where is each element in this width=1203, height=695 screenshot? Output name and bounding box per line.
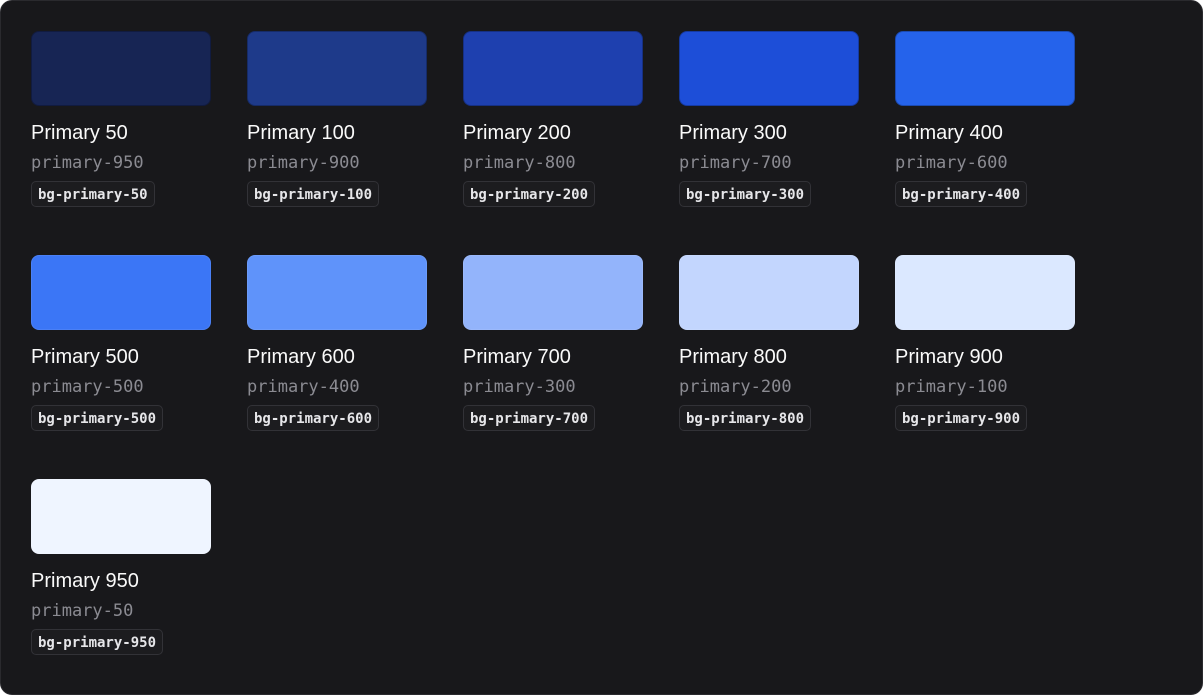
class-name-chip[interactable]: bg-primary-600 xyxy=(247,405,380,431)
swatch-card-primary-300: Primary 300 primary-700 bg-primary-300 xyxy=(679,31,859,255)
swatch-name: Primary 600 xyxy=(247,346,355,368)
swatch-name: Primary 400 xyxy=(895,122,1003,144)
swatch-card-primary-800: Primary 800 primary-200 bg-primary-800 xyxy=(679,255,859,479)
class-name-chip[interactable]: bg-primary-950 xyxy=(31,629,164,655)
swatch-name: Primary 900 xyxy=(895,346,1003,368)
swatch-card-primary-100: Primary 100 primary-900 bg-primary-100 xyxy=(247,31,427,255)
swatch-card-primary-900: Primary 900 primary-100 bg-primary-900 xyxy=(895,255,1075,479)
class-name-chip[interactable]: bg-primary-200 xyxy=(463,181,596,207)
swatch-name: Primary 300 xyxy=(679,122,787,144)
swatch-token: primary-950 xyxy=(31,153,144,173)
color-swatch[interactable] xyxy=(463,31,643,106)
swatch-name: Primary 50 xyxy=(31,122,128,144)
color-swatch[interactable] xyxy=(31,255,211,330)
color-swatch[interactable] xyxy=(247,31,427,106)
color-palette-panel: Primary 50 primary-950 bg-primary-50 Pri… xyxy=(0,0,1203,695)
swatch-name: Primary 200 xyxy=(463,122,571,144)
swatch-token: primary-100 xyxy=(895,377,1008,397)
swatch-token: primary-300 xyxy=(463,377,576,397)
swatch-token: primary-700 xyxy=(679,153,792,173)
swatch-grid: Primary 50 primary-950 bg-primary-50 Pri… xyxy=(31,31,1075,694)
color-swatch[interactable] xyxy=(31,31,211,106)
swatch-name: Primary 800 xyxy=(679,346,787,368)
class-name-chip[interactable]: bg-primary-400 xyxy=(895,181,1028,207)
swatch-token: primary-400 xyxy=(247,377,360,397)
swatch-card-primary-400: Primary 400 primary-600 bg-primary-400 xyxy=(895,31,1075,255)
swatch-name: Primary 100 xyxy=(247,122,355,144)
swatch-token: primary-50 xyxy=(31,601,134,621)
color-swatch[interactable] xyxy=(895,255,1075,330)
color-swatch[interactable] xyxy=(463,255,643,330)
color-swatch[interactable] xyxy=(247,255,427,330)
swatch-token: primary-800 xyxy=(463,153,576,173)
swatch-name: Primary 500 xyxy=(31,346,139,368)
class-name-chip[interactable]: bg-primary-300 xyxy=(679,181,812,207)
swatch-name: Primary 950 xyxy=(31,570,139,592)
swatch-card-primary-700: Primary 700 primary-300 bg-primary-700 xyxy=(463,255,643,479)
class-name-chip[interactable]: bg-primary-700 xyxy=(463,405,596,431)
class-name-chip[interactable]: bg-primary-800 xyxy=(679,405,812,431)
swatch-card-primary-600: Primary 600 primary-400 bg-primary-600 xyxy=(247,255,427,479)
class-name-chip[interactable]: bg-primary-100 xyxy=(247,181,380,207)
color-swatch[interactable] xyxy=(679,31,859,106)
swatch-token: primary-500 xyxy=(31,377,144,397)
swatch-card-primary-950: Primary 950 primary-50 bg-primary-950 xyxy=(31,479,211,694)
class-name-chip[interactable]: bg-primary-50 xyxy=(31,181,155,207)
swatch-token: primary-200 xyxy=(679,377,792,397)
color-swatch[interactable] xyxy=(31,479,211,554)
swatch-token: primary-600 xyxy=(895,153,1008,173)
class-name-chip[interactable]: bg-primary-500 xyxy=(31,405,164,431)
class-name-chip[interactable]: bg-primary-900 xyxy=(895,405,1028,431)
color-swatch[interactable] xyxy=(679,255,859,330)
swatch-card-primary-200: Primary 200 primary-800 bg-primary-200 xyxy=(463,31,643,255)
swatch-card-primary-500: Primary 500 primary-500 bg-primary-500 xyxy=(31,255,211,479)
swatch-token: primary-900 xyxy=(247,153,360,173)
swatch-card-primary-50: Primary 50 primary-950 bg-primary-50 xyxy=(31,31,211,255)
swatch-name: Primary 700 xyxy=(463,346,571,368)
color-swatch[interactable] xyxy=(895,31,1075,106)
